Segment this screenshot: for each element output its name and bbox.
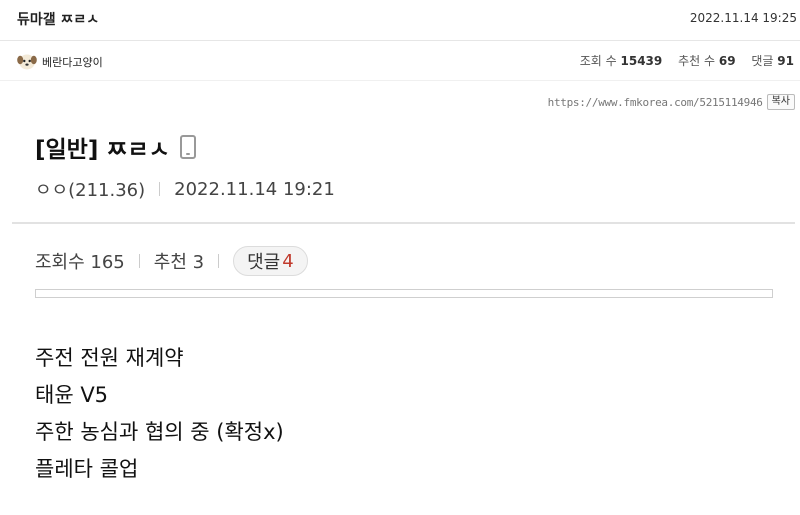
content-line: 주한 농심과 협의 중 (확정x) <box>35 420 284 444</box>
empty-box-bar <box>35 289 773 298</box>
puppy-avatar-icon[interactable] <box>16 50 38 72</box>
comments-label: 댓글 <box>751 54 774 68</box>
recommend-label: 추천 수 <box>678 54 716 68</box>
post-recommends: 추천 3 <box>153 252 205 273</box>
reply-count-button[interactable]: 댓글 4 <box>233 246 308 276</box>
counts-separator <box>218 254 220 268</box>
post-views: 조회수 165 <box>35 252 125 273</box>
post-counts: 조회수 165 추천 3 댓글 4 <box>35 246 308 276</box>
post-timestamp: 2022.11.14 19:25 <box>689 11 797 25</box>
mobile-phone-icon <box>179 135 196 159</box>
author-bar: 베란다고양이 조회 수 15439 추천 수 69 댓글 91 <box>0 41 800 81</box>
meta-separator <box>159 182 161 196</box>
post-stats: 조회 수 15439 추천 수 69 댓글 91 <box>580 52 794 69</box>
reply-label: 댓글 <box>247 252 281 273</box>
post-datetime: 2022.11.14 19:21 <box>174 178 335 200</box>
content-line: 플레타 콜업 <box>35 457 139 481</box>
post-title-row: [일반] ㅉㄹㅅ <box>35 130 196 164</box>
content-line: 주전 전원 재계약 <box>35 346 184 370</box>
reply-count: 4 <box>282 250 294 272</box>
post-url[interactable]: https://www.fmkorea.com/5215114946 <box>548 96 763 109</box>
post-meta: ㅇㅇ(211.36) 2022.11.14 19:21 <box>35 176 335 202</box>
comments-value: 91 <box>777 54 794 68</box>
copy-url-button[interactable]: 복사 <box>766 94 795 110</box>
header-divider <box>12 222 795 224</box>
author-ip: ㅇㅇ(211.36) <box>35 180 146 201</box>
top-bar: 듀마갤 ㅉㄹㅅ 2022.11.14 19:25 <box>0 0 800 41</box>
post-title: [일반] ㅉㄹㅅ <box>35 137 170 163</box>
post-content: 주전 전원 재계약 태윤 V5 주한 농심과 협의 중 (확정x) 플레타 콜업 <box>35 340 284 488</box>
url-row: https://www.fmkorea.com/5215114946 복사 <box>548 93 795 111</box>
board-title[interactable]: 듀마갤 ㅉㄹㅅ <box>17 9 99 29</box>
views-label: 조회 수 <box>579 54 617 68</box>
content-line: 태윤 V5 <box>35 383 109 407</box>
recommend-value: 69 <box>718 54 736 68</box>
counts-separator <box>138 254 140 268</box>
author-nickname[interactable]: 베란다고양이 <box>42 54 103 70</box>
views-value: 15439 <box>620 54 663 68</box>
